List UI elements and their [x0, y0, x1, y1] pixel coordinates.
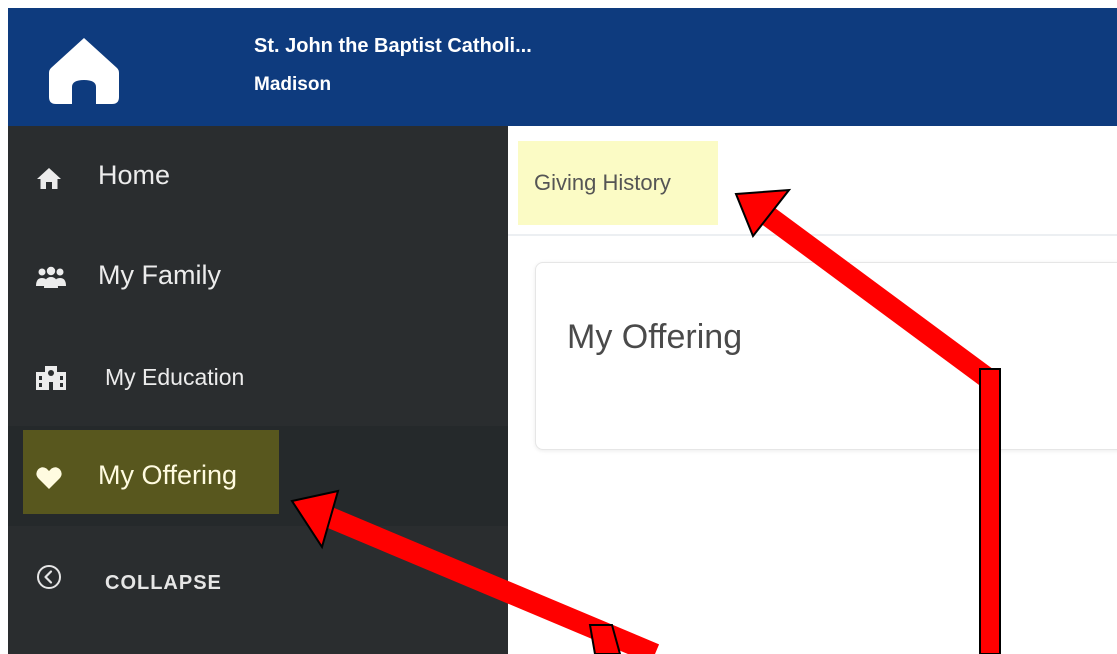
chevron-left-circle-icon [37, 565, 61, 589]
home-logo-icon[interactable] [48, 35, 120, 105]
collapse-label: COLLAPSE [105, 572, 222, 594]
sidebar-item-label: My Offering [98, 460, 238, 490]
tab-bar: Giving History [508, 126, 1117, 236]
sidebar-item-my-family[interactable]: My Family [8, 226, 508, 326]
collapse-button[interactable]: COLLAPSE [8, 531, 508, 611]
app-header: St. John the Baptist Catholi... Madison [8, 8, 1117, 126]
main-content: Giving History My Offering [508, 126, 1117, 654]
sidebar-item-label: My Family [98, 260, 221, 290]
organization-city: Madison [254, 74, 332, 95]
home-icon [37, 168, 61, 189]
sidebar-item-my-education[interactable]: My Education [8, 326, 508, 426]
sidebar-item-home[interactable]: Home [8, 126, 508, 226]
heart-icon [36, 467, 62, 489]
sidebar-item-label: Home [98, 160, 171, 190]
organization-name: St. John the Baptist Catholi... [254, 35, 532, 57]
card-title: My Offering [567, 318, 743, 356]
tab-giving-history[interactable]: Giving History [534, 170, 671, 196]
sidebar: Home My Family My Education My Offering … [8, 126, 508, 654]
users-icon [36, 266, 66, 288]
school-icon [36, 366, 66, 390]
offering-card: My Offering [535, 262, 1117, 450]
sidebar-item-my-offering[interactable]: My Offering [8, 426, 508, 526]
sidebar-item-label: My Education [105, 364, 245, 390]
